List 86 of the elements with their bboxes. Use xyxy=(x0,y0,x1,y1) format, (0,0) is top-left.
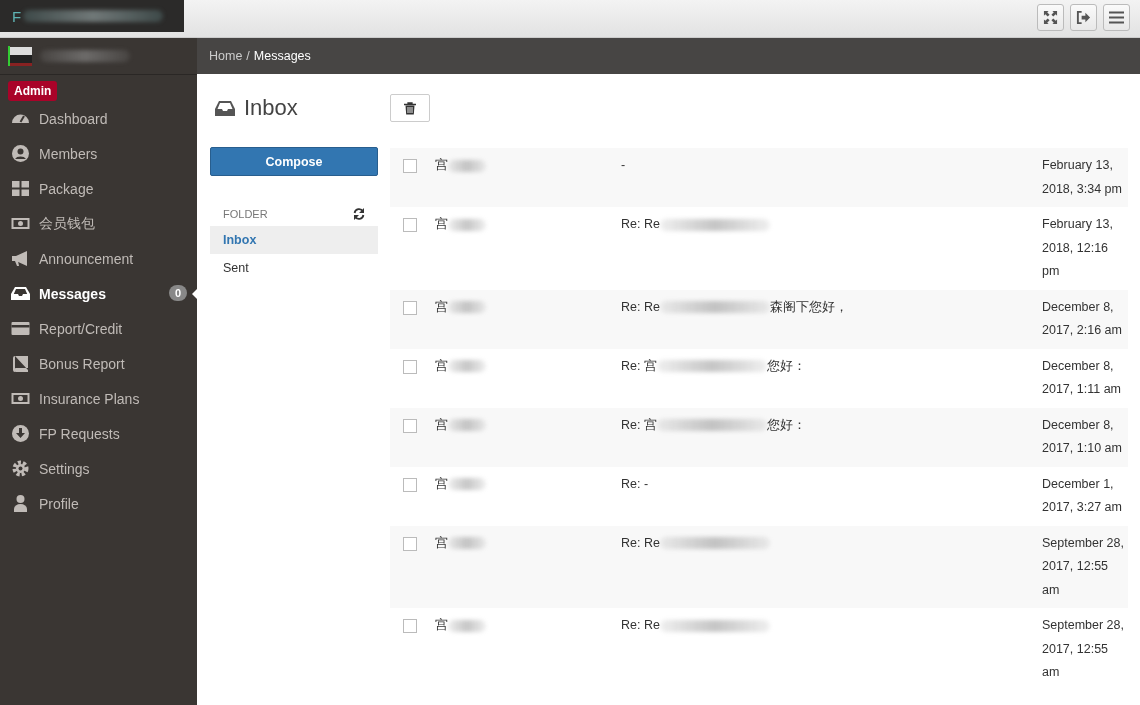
checkbox[interactable] xyxy=(403,218,417,232)
folder-item[interactable]: Inbox xyxy=(210,226,378,254)
message-date: December 1, 2017, 3:27 am xyxy=(1042,475,1123,516)
message-subject: 您好： xyxy=(766,357,806,375)
sender-name: 宫 xyxy=(435,416,448,434)
checkbox[interactable] xyxy=(403,159,417,173)
checkbox[interactable] xyxy=(403,477,417,492)
nav-item[interactable]: Insurance Plans xyxy=(0,381,197,416)
message-row[interactable]: 宫 Re: Re September 28, 2017, 12:55 am xyxy=(390,525,1128,608)
app-title: F xyxy=(12,7,22,25)
logo-icon xyxy=(8,45,34,67)
page-title: Inbox xyxy=(244,95,298,121)
inbox-icon xyxy=(215,99,235,117)
sender-name: 宫 xyxy=(435,216,448,233)
folder-label: FOLDER xyxy=(223,208,268,220)
compose-button[interactable]: Compose xyxy=(210,147,378,176)
message-subject: Re: 宫 xyxy=(621,357,657,375)
checkbox[interactable] xyxy=(403,359,417,374)
expand-icon xyxy=(1043,10,1058,25)
breadcrumb-link[interactable]: Home xyxy=(209,49,243,63)
nav-item[interactable]: FP Requests xyxy=(0,416,197,451)
sender-name: 宫 xyxy=(435,357,448,375)
message-subject: Re: Re xyxy=(621,534,660,552)
message-date: December 8, 2017, 1:11 am xyxy=(1042,357,1122,398)
checkbox[interactable] xyxy=(403,300,417,315)
checkbox[interactable] xyxy=(403,619,417,633)
message-date: February 13, 2018, 12:16 pm xyxy=(1042,216,1114,280)
folder-item[interactable]: Sent xyxy=(210,254,378,282)
nav-item[interactable]: Announcement xyxy=(0,241,197,276)
sender-name: 宫 xyxy=(435,475,448,493)
message-row[interactable]: 宫 - February 13, 2018, 3:34 pm xyxy=(390,148,1128,207)
checkbox[interactable] xyxy=(403,536,417,551)
breadcrumb-separator: / xyxy=(246,49,250,63)
sender-name: 宫 xyxy=(435,157,448,174)
message-date: February 13, 2018, 3:34 pm xyxy=(1042,157,1123,198)
trash-icon xyxy=(404,101,416,115)
sender-name: 宫 xyxy=(435,534,448,552)
fullscreen-button[interactable] xyxy=(1037,4,1064,31)
message-subject: 您好： xyxy=(766,416,806,434)
message-subject: Re: Re xyxy=(621,216,660,233)
count-badge: 0 xyxy=(168,285,187,301)
message-subject: Re: 宫 xyxy=(621,416,657,434)
message-subject: - xyxy=(621,157,626,174)
message-row[interactable]: 宫 Re: 宫 您好： December 8, 2017, 1:10 am xyxy=(390,407,1128,467)
download-icon xyxy=(11,424,30,443)
breadcrumb-link[interactable]: Messages xyxy=(253,49,311,63)
message-date: December 8, 2017, 1:10 am xyxy=(1042,416,1123,457)
message-row[interactable]: 宫 Re: 宫 您好： December 8, 2017, 1:11 am xyxy=(390,348,1128,408)
message-row[interactable]: 宫 Re: - December 1, 2017, 3:27 am xyxy=(390,466,1128,526)
gear-icon xyxy=(11,459,30,478)
nav-item[interactable]: Package xyxy=(0,171,197,206)
delete-button[interactable] xyxy=(390,94,430,122)
sender-name: 宫 xyxy=(435,617,448,634)
menu-icon xyxy=(1109,11,1124,24)
nav-item[interactable]: Messages 0 xyxy=(0,276,197,311)
message-subject: Re: Re xyxy=(621,617,660,634)
nav-item[interactable]: Dashboard xyxy=(0,101,197,136)
message-date: September 28, 2017, 12:55 am xyxy=(1042,617,1125,681)
message-date: December 8, 2017, 2:16 am xyxy=(1042,298,1123,339)
message-row[interactable]: 宫 Re: Re February 13, 2018, 12:16 pm xyxy=(390,207,1128,290)
nav-item[interactable]: Bonus Report xyxy=(0,346,197,381)
nav-item[interactable]: Members xyxy=(0,136,197,171)
nav-item[interactable]: Report/Credit xyxy=(0,311,197,346)
user-icon xyxy=(11,144,30,163)
message-subject: 森阁下您好， xyxy=(769,298,848,316)
person-icon xyxy=(11,494,30,513)
refresh-icon[interactable] xyxy=(353,208,365,220)
logout-button[interactable] xyxy=(1070,4,1097,31)
menu-button[interactable] xyxy=(1103,4,1130,31)
nav-item[interactable]: Profile xyxy=(0,486,197,521)
nav-item[interactable]: 会员钱包 xyxy=(0,206,197,241)
inbox-icon xyxy=(11,284,30,303)
message-subject: Re: Re xyxy=(621,298,660,316)
credit-card-icon xyxy=(11,319,30,338)
logout-icon xyxy=(1076,10,1091,25)
message-date: September 28, 2017, 12:55 am xyxy=(1042,534,1125,599)
grid-icon xyxy=(11,179,30,198)
message-row[interactable]: 宫 Re: Re September 28, 2017, 12:55 am xyxy=(390,608,1128,691)
checkbox[interactable] xyxy=(403,418,417,433)
message-row[interactable]: 宫 Re: Re 森阁下您好， December 8, 2017, 2:16 am xyxy=(390,289,1128,349)
megaphone-icon xyxy=(11,249,30,268)
admin-badge: Admin xyxy=(8,81,58,101)
sender-name: 宫 xyxy=(435,298,448,316)
nav-item[interactable]: Settings xyxy=(0,451,197,486)
message-subject: Re: - xyxy=(621,475,649,493)
active-pointer xyxy=(192,288,198,300)
